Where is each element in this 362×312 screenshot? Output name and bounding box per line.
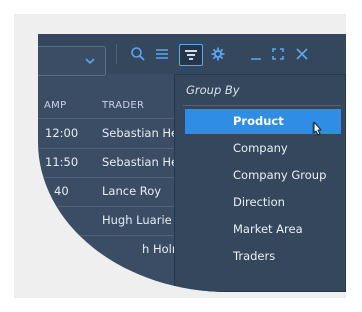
toolbar-divider bbox=[116, 44, 117, 64]
cell-trader: Sebastian He bbox=[102, 126, 179, 140]
cell-trader: Hugh Luarie bbox=[102, 213, 172, 227]
maximize-icon[interactable] bbox=[270, 46, 286, 62]
column-header-timestamp[interactable]: AMP bbox=[44, 100, 66, 111]
toolbar bbox=[38, 34, 346, 76]
trading-blotter-window: AMP TRADER 12:00 Sebastian He 11:50 Seba… bbox=[38, 34, 346, 292]
menu-item-traders[interactable]: Traders bbox=[185, 244, 341, 269]
menu-title: Group By bbox=[186, 83, 240, 97]
cell-time: 11:50 bbox=[45, 155, 79, 169]
group-by-menu: Group By Product Company Company Group D… bbox=[174, 74, 346, 292]
magnified-view: AMP TRADER 12:00 Sebastian He 11:50 Seba… bbox=[38, 34, 346, 292]
menu-divider bbox=[183, 105, 341, 106]
menu-icon[interactable] bbox=[154, 46, 170, 62]
menu-item-company-group[interactable]: Company Group bbox=[185, 163, 341, 188]
cell-trader: Sebastian He bbox=[102, 155, 179, 169]
cell-time: 12:00 bbox=[45, 126, 79, 140]
menu-item-direction[interactable]: Direction bbox=[185, 190, 341, 215]
cell-trader: Lance Roy bbox=[102, 184, 162, 198]
close-icon[interactable] bbox=[294, 46, 310, 62]
group-by-button[interactable] bbox=[179, 44, 203, 66]
chevron-down-icon[interactable] bbox=[83, 53, 97, 72]
search-icon[interactable] bbox=[130, 46, 146, 62]
minimize-icon[interactable] bbox=[248, 46, 264, 62]
pointer-cursor-icon bbox=[309, 121, 327, 143]
filter-icon bbox=[183, 47, 199, 63]
menu-item-market-area[interactable]: Market Area bbox=[185, 217, 341, 242]
view-select[interactable] bbox=[38, 46, 106, 76]
gear-icon[interactable] bbox=[210, 46, 226, 62]
cell-time: 40 bbox=[54, 184, 69, 198]
column-header-trader[interactable]: TRADER bbox=[102, 100, 144, 111]
